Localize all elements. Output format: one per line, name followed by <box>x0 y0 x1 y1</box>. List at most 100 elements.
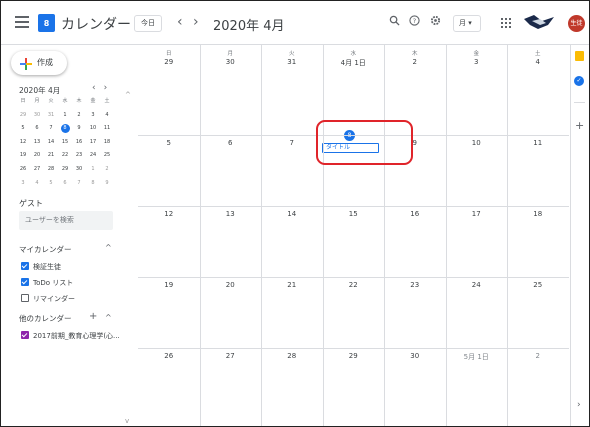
view-select[interactable]: 月 ▾ <box>453 15 481 32</box>
mini-day[interactable]: 24 <box>86 151 100 160</box>
mini-day[interactable]: 9 <box>72 124 86 133</box>
mini-day[interactable]: 13 <box>30 138 44 147</box>
day-number[interactable]: 4 <box>507 58 569 66</box>
mini-day[interactable]: 23 <box>72 151 86 160</box>
mini-day[interactable]: 27 <box>30 165 44 174</box>
mini-day[interactable]: 6 <box>58 179 72 188</box>
mini-day[interactable]: 14 <box>44 138 58 147</box>
mini-day[interactable]: 22 <box>58 151 72 160</box>
day-number[interactable]: 12 <box>138 210 200 218</box>
mini-day[interactable]: 20 <box>30 151 44 160</box>
mini-day[interactable]: 4 <box>100 111 114 120</box>
day-number[interactable]: 4月 1日 <box>323 58 385 68</box>
day-number[interactable]: 15 <box>323 210 385 218</box>
menu-icon[interactable] <box>15 16 29 28</box>
mini-day[interactable]: 7 <box>72 179 86 188</box>
day-number[interactable]: 23 <box>384 281 446 289</box>
mini-day[interactable]: 8 <box>86 179 100 188</box>
mini-day[interactable]: 28 <box>44 165 58 174</box>
search-icon[interactable] <box>389 15 400 29</box>
checkbox-checked-icon[interactable] <box>21 262 29 270</box>
mini-day[interactable]: 6 <box>30 124 44 133</box>
checkbox-checked-icon[interactable] <box>21 278 29 286</box>
day-number[interactable]: 13 <box>200 210 262 218</box>
mini-day[interactable]: 5 <box>44 179 58 188</box>
mini-day[interactable]: 16 <box>72 138 86 147</box>
mini-next-button[interactable]: › <box>104 83 116 93</box>
collapse-icon[interactable]: ^ <box>105 313 112 322</box>
mini-prev-button[interactable]: ‹ <box>92 83 104 93</box>
day-number[interactable]: 29 <box>138 58 200 66</box>
mini-day[interactable]: 2 <box>72 111 86 120</box>
day-number[interactable]: 25 <box>507 281 569 289</box>
calendar-logo-icon[interactable]: 8 <box>38 14 55 32</box>
keep-icon[interactable] <box>575 51 584 61</box>
day-number[interactable]: 7 <box>261 139 323 147</box>
scroll-up-icon[interactable]: ^ <box>125 91 131 99</box>
create-button[interactable]: 作成 <box>11 51 67 75</box>
apps-icon[interactable] <box>501 18 511 28</box>
day-number[interactable]: 11 <box>507 139 569 147</box>
mini-day[interactable]: 19 <box>16 151 30 160</box>
mini-day[interactable]: 29 <box>16 111 30 120</box>
mini-day[interactable]: 26 <box>16 165 30 174</box>
mini-day[interactable]: 1 <box>86 165 100 174</box>
day-number[interactable]: 5 <box>138 139 200 147</box>
mini-day[interactable]: 21 <box>44 151 58 160</box>
mini-day[interactable]: 30 <box>72 165 86 174</box>
today-button[interactable]: 今日 <box>134 15 162 32</box>
settings-icon[interactable] <box>430 15 441 29</box>
checkbox-unchecked-icon[interactable] <box>21 294 29 302</box>
day-number[interactable]: 26 <box>138 352 200 360</box>
expand-panel-icon[interactable]: › <box>577 400 581 410</box>
day-number[interactable]: 20 <box>200 281 262 289</box>
guest-search-input[interactable]: ユーザーを検索 <box>19 211 113 230</box>
day-number[interactable]: 10 <box>446 139 508 147</box>
mini-day[interactable]: 10 <box>86 124 100 133</box>
day-number[interactable]: 21 <box>261 281 323 289</box>
day-number[interactable]: 30 <box>200 58 262 66</box>
mini-day[interactable]: 2 <box>100 165 114 174</box>
mini-day[interactable]: 18 <box>100 138 114 147</box>
day-number[interactable]: 31 <box>261 58 323 66</box>
day-number[interactable]: 28 <box>261 352 323 360</box>
day-number[interactable]: 18 <box>507 210 569 218</box>
add-calendar-icon[interactable]: + <box>89 311 97 322</box>
mini-day[interactable]: 9 <box>100 179 114 188</box>
day-number[interactable]: 24 <box>446 281 508 289</box>
day-number[interactable]: 6 <box>200 139 262 147</box>
scroll-down-icon[interactable]: v <box>125 417 129 425</box>
collapse-icon[interactable]: ^ <box>105 243 112 252</box>
mini-day[interactable]: 31 <box>44 111 58 120</box>
day-number[interactable]: 22 <box>323 281 385 289</box>
mini-day[interactable]: 7 <box>44 124 58 133</box>
avatar[interactable]: 生徒 <box>568 15 585 32</box>
mini-day[interactable]: 17 <box>86 138 100 147</box>
day-number[interactable]: 17 <box>446 210 508 218</box>
tasks-icon[interactable]: ✓ <box>574 76 584 86</box>
mini-day[interactable]: 30 <box>30 111 44 120</box>
mini-day[interactable]: 25 <box>100 151 114 160</box>
day-number[interactable]: 29 <box>323 352 385 360</box>
day-number[interactable]: 14 <box>261 210 323 218</box>
mini-day[interactable]: 5 <box>16 124 30 133</box>
mini-day[interactable]: 3 <box>16 179 30 188</box>
mini-day[interactable]: 15 <box>58 138 72 147</box>
day-number[interactable]: 19 <box>138 281 200 289</box>
mini-day[interactable]: 12 <box>16 138 30 147</box>
day-number[interactable]: 27 <box>200 352 262 360</box>
prev-period-button[interactable]: ‹ <box>177 14 183 30</box>
day-number[interactable]: 2 <box>384 58 446 66</box>
day-number[interactable]: 2 <box>507 352 569 360</box>
add-addon-icon[interactable]: + <box>575 119 584 132</box>
mini-day[interactable]: 4 <box>30 179 44 188</box>
mini-day[interactable]: 1 <box>58 111 72 120</box>
next-period-button[interactable]: › <box>193 14 199 30</box>
mini-day[interactable]: 11 <box>100 124 114 133</box>
day-number[interactable]: 5月 1日 <box>446 352 508 362</box>
day-number[interactable]: 3 <box>446 58 508 66</box>
day-number[interactable]: 30 <box>384 352 446 360</box>
mini-day-selected[interactable]: 8 <box>60 124 70 134</box>
checkbox-checked-icon[interactable] <box>21 331 29 339</box>
day-number[interactable]: 16 <box>384 210 446 218</box>
